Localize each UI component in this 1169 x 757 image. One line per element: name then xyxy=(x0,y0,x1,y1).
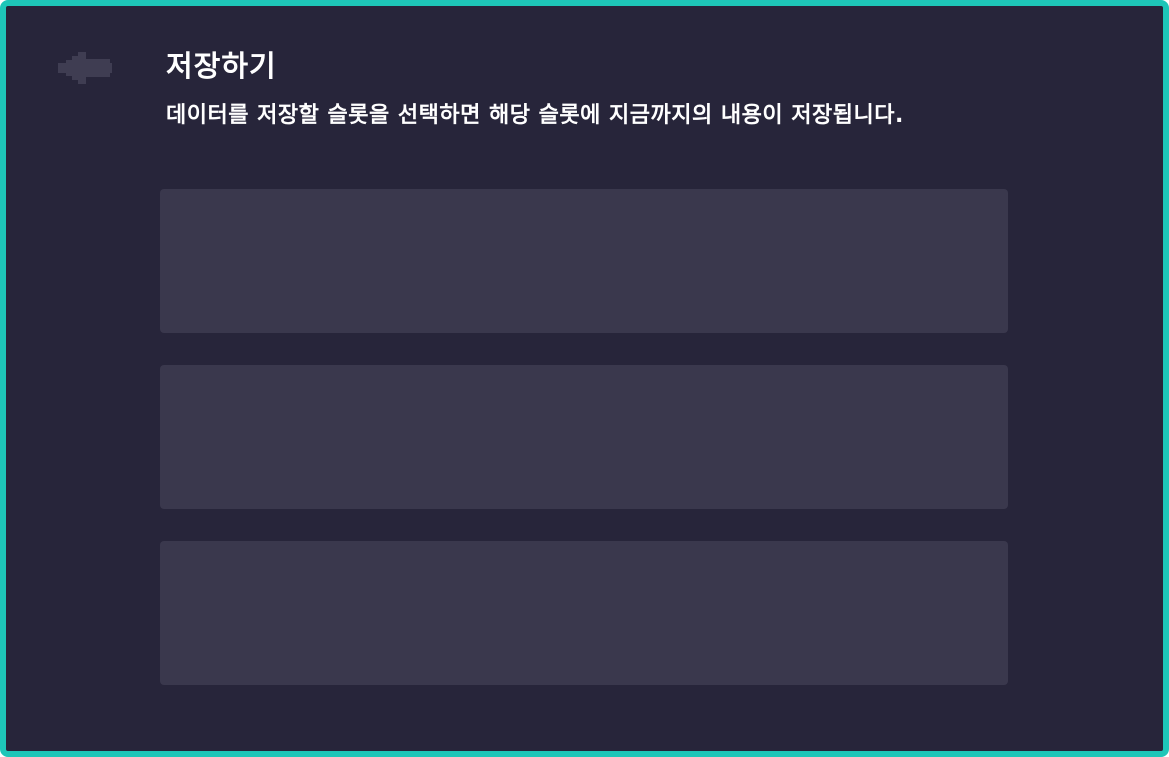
save-slot-list xyxy=(160,189,1008,685)
save-panel: 저장하기 데이터를 저장할 슬롯을 선택하면 해당 슬롯에 지금까지의 내용이 … xyxy=(0,0,1169,757)
save-slot-2[interactable] xyxy=(160,365,1008,509)
description-text: 데이터를 저장할 슬롯을 선택하면 해당 슬롯에 지금까지의 내용이 저장됩니다… xyxy=(166,103,904,128)
back-arrow-icon xyxy=(58,52,112,84)
save-slot-1[interactable] xyxy=(160,189,1008,333)
page-title: 저장하기 xyxy=(166,49,277,83)
save-slot-3[interactable] xyxy=(160,541,1008,685)
back-button[interactable] xyxy=(52,46,114,90)
